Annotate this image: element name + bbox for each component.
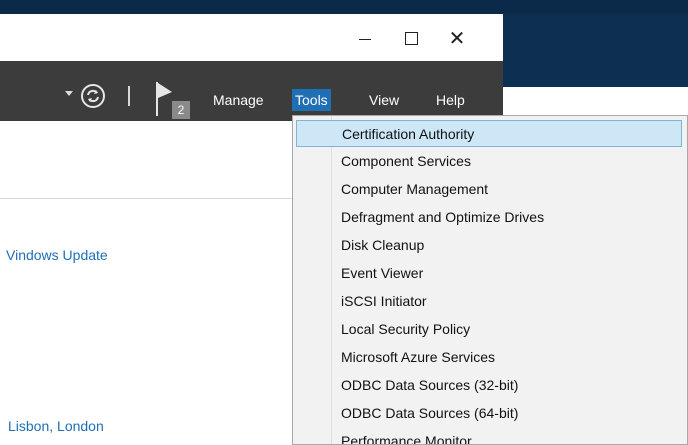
menu-item-local-security-policy[interactable]: Local Security Policy [296,316,682,343]
close-button[interactable]: ✕ [434,14,480,61]
desktop-background-right [503,14,688,87]
windows-update-link[interactable]: Vindows Update [6,247,108,263]
menu-manage[interactable]: Manage [210,89,267,111]
menu-help[interactable]: Help [433,89,468,111]
menu-item-disk-cleanup[interactable]: Disk Cleanup [296,232,682,259]
menu-item-performance-monitor[interactable]: Performance Monitor [296,428,682,444]
menu-item-event-viewer[interactable]: Event Viewer [296,260,682,287]
menu-item-odbc-32[interactable]: ODBC Data Sources (32-bit) [296,372,682,399]
content-header-strip [0,121,292,199]
menu-tools[interactable]: Tools [292,89,331,111]
menu-view[interactable]: View [366,89,402,111]
menu-item-azure-services[interactable]: Microsoft Azure Services [296,344,682,371]
toolbar: 2 Manage Tools View Help [0,61,503,121]
menu-item-certification-authority[interactable]: Certification Authority [296,120,682,147]
menu-item-component-services[interactable]: Component Services [296,148,682,175]
minimize-icon [359,39,371,40]
menu-item-iscsi-initiator[interactable]: iSCSI Initiator [296,288,682,315]
timezone-link[interactable]: Lisbon, London [8,418,104,434]
tools-dropdown-menu: Certification Authority Component Servic… [292,115,688,445]
menu-item-defragment[interactable]: Defragment and Optimize Drives [296,204,682,231]
minimize-button[interactable] [342,14,388,61]
maximize-icon [404,32,418,45]
desktop-background-top [0,0,688,14]
title-bar: ✕ [0,14,503,61]
refresh-icon[interactable] [80,83,106,109]
menu-item-odbc-64[interactable]: ODBC Data Sources (64-bit) [296,400,682,427]
toolbar-separator [128,86,130,106]
notification-count-badge: 2 [172,101,190,119]
close-icon: ✕ [448,27,466,50]
maximize-button[interactable] [388,14,434,61]
menu-item-computer-management[interactable]: Computer Management [296,176,682,203]
navigation-dropdown-icon[interactable] [65,91,73,96]
